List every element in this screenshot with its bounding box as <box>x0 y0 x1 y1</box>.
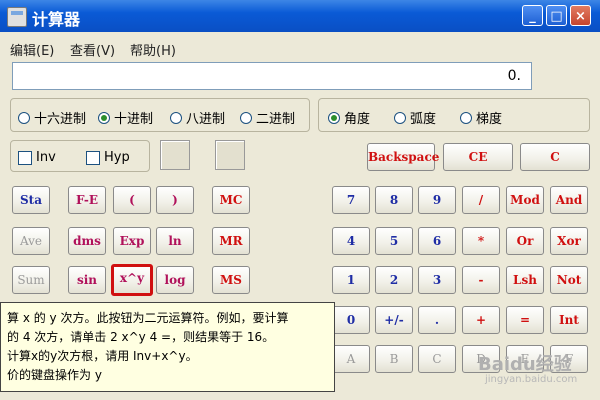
key-0[interactable]: 0 <box>332 306 370 334</box>
maximize-button[interactable]: □ <box>546 5 567 26</box>
radio-label: 弧度 <box>410 112 437 127</box>
lsh-button[interactable]: Lsh <box>506 266 544 294</box>
key-b[interactable]: B <box>375 345 413 373</box>
tooltip-line: 的 4 次方，请单击 2 x^y 4 =，则结果等于 16。 <box>7 330 275 344</box>
minimize-button[interactable]: _ <box>522 5 543 26</box>
ln-button[interactable]: ln <box>156 227 194 255</box>
divide-button[interactable]: / <box>462 186 500 214</box>
key-3[interactable]: 3 <box>418 266 456 294</box>
xor-button[interactable]: Xor <box>550 227 588 255</box>
radio-degrees[interactable]: 角度 <box>328 108 370 127</box>
radio-bin[interactable]: 二进制 <box>240 108 295 127</box>
radio-label: 十六进制 <box>34 112 87 127</box>
radio-hex[interactable]: 十六进制 <box>18 108 86 127</box>
key-7[interactable]: 7 <box>332 186 370 214</box>
key-1[interactable]: 1 <box>332 266 370 294</box>
memory-indicator <box>215 140 245 170</box>
exp-button[interactable]: Exp <box>113 227 151 255</box>
and-button[interactable]: And <box>550 186 588 214</box>
mr-button[interactable]: MR <box>212 227 250 255</box>
radio-dot <box>394 111 406 124</box>
window-title: 计算器 <box>32 10 81 29</box>
key-8[interactable]: 8 <box>375 186 413 214</box>
menu-edit[interactable]: 编辑(E) <box>10 40 54 59</box>
key-6[interactable]: 6 <box>418 227 456 255</box>
title-bar[interactable]: 计算器 _ □ × <box>0 0 600 32</box>
radio-label: 八进制 <box>186 112 226 127</box>
radio-dot <box>98 111 110 124</box>
key-c[interactable]: C <box>418 345 456 373</box>
tooltip-line: 算 x 的 y 次方。此按钮为二元运算符。例如，要计算 <box>7 311 289 325</box>
radio-label: 角度 <box>344 112 371 127</box>
checkbox-box <box>86 150 100 165</box>
radio-dot <box>460 111 472 124</box>
ave-button[interactable]: Ave <box>12 227 50 255</box>
radio-label: 二进制 <box>256 112 296 127</box>
sta-button[interactable]: Sta <box>12 186 50 214</box>
power-button[interactable]: x^y <box>111 264 153 296</box>
radio-dec[interactable]: 十进制 <box>98 108 153 127</box>
or-button[interactable]: Or <box>506 227 544 255</box>
radio-dot <box>18 111 30 124</box>
radio-label: 十进制 <box>114 112 154 127</box>
key-5[interactable]: 5 <box>375 227 413 255</box>
dms-button[interactable]: dms <box>68 227 106 255</box>
log-button[interactable]: log <box>156 266 194 294</box>
menu-help[interactable]: 帮助(H) <box>130 40 176 59</box>
inv-checkbox[interactable]: Inv <box>18 150 56 165</box>
menu-view[interactable]: 查看(V) <box>70 40 115 59</box>
checkbox-label: Inv <box>36 150 56 165</box>
radio-oct[interactable]: 八进制 <box>170 108 225 127</box>
sin-button[interactable]: sin <box>68 266 106 294</box>
sign-button[interactable]: +/- <box>375 306 413 334</box>
key-2[interactable]: 2 <box>375 266 413 294</box>
equals-button[interactable]: = <box>506 306 544 334</box>
paren-indicator <box>160 140 190 170</box>
radio-label: 梯度 <box>476 112 503 127</box>
radio-dot <box>240 111 252 124</box>
decimal-button[interactable]: . <box>418 306 456 334</box>
not-button[interactable]: Not <box>550 266 588 294</box>
plus-button[interactable]: + <box>462 306 500 334</box>
c-button[interactable]: C <box>520 143 590 171</box>
key-9[interactable]: 9 <box>418 186 456 214</box>
result-display[interactable]: 0. <box>12 62 532 90</box>
radio-dot <box>328 111 340 124</box>
help-tooltip: 算 x 的 y 次方。此按钮为二元运算符。例如，要计算 的 4 次方，请单击 2… <box>0 302 335 392</box>
menu-bar: 编辑(E) 查看(V) 帮助(H) <box>0 34 600 59</box>
tooltip-line: 价的键盘操作为 y <box>7 368 102 382</box>
close-button[interactable]: × <box>570 5 591 26</box>
key-a[interactable]: A <box>332 345 370 373</box>
ms-button[interactable]: MS <box>212 266 250 294</box>
calculator-window: 计算器 _ □ × 编辑(E) 查看(V) 帮助(H) 0. 十六进制 十进制 … <box>0 0 600 400</box>
radio-radians[interactable]: 弧度 <box>394 108 436 127</box>
multiply-button[interactable]: * <box>462 227 500 255</box>
display-value: 0. <box>507 68 521 84</box>
checkbox-box <box>18 150 32 165</box>
int-button[interactable]: Int <box>550 306 588 334</box>
radio-gradians[interactable]: 梯度 <box>460 108 502 127</box>
minus-button[interactable]: - <box>462 266 500 294</box>
ce-button[interactable]: CE <box>443 143 513 171</box>
mc-button[interactable]: MC <box>212 186 250 214</box>
open-paren-button[interactable]: ( <box>113 186 151 214</box>
fe-button[interactable]: F-E <box>68 186 106 214</box>
mod-button[interactable]: Mod <box>506 186 544 214</box>
watermark: Baidu经验 <box>478 354 572 375</box>
hyp-checkbox[interactable]: Hyp <box>86 150 130 165</box>
checkbox-label: Hyp <box>104 150 130 165</box>
tooltip-line: 计算x的y次方根，请用 Inv+x^y。 <box>7 349 198 363</box>
key-4[interactable]: 4 <box>332 227 370 255</box>
calculator-icon <box>7 7 27 27</box>
close-paren-button[interactable]: ) <box>156 186 194 214</box>
radio-dot <box>170 111 182 124</box>
watermark-url: jingyan.baidu.com <box>485 374 578 385</box>
backspace-button[interactable]: Backspace <box>367 143 439 171</box>
sum-button[interactable]: Sum <box>12 266 50 294</box>
